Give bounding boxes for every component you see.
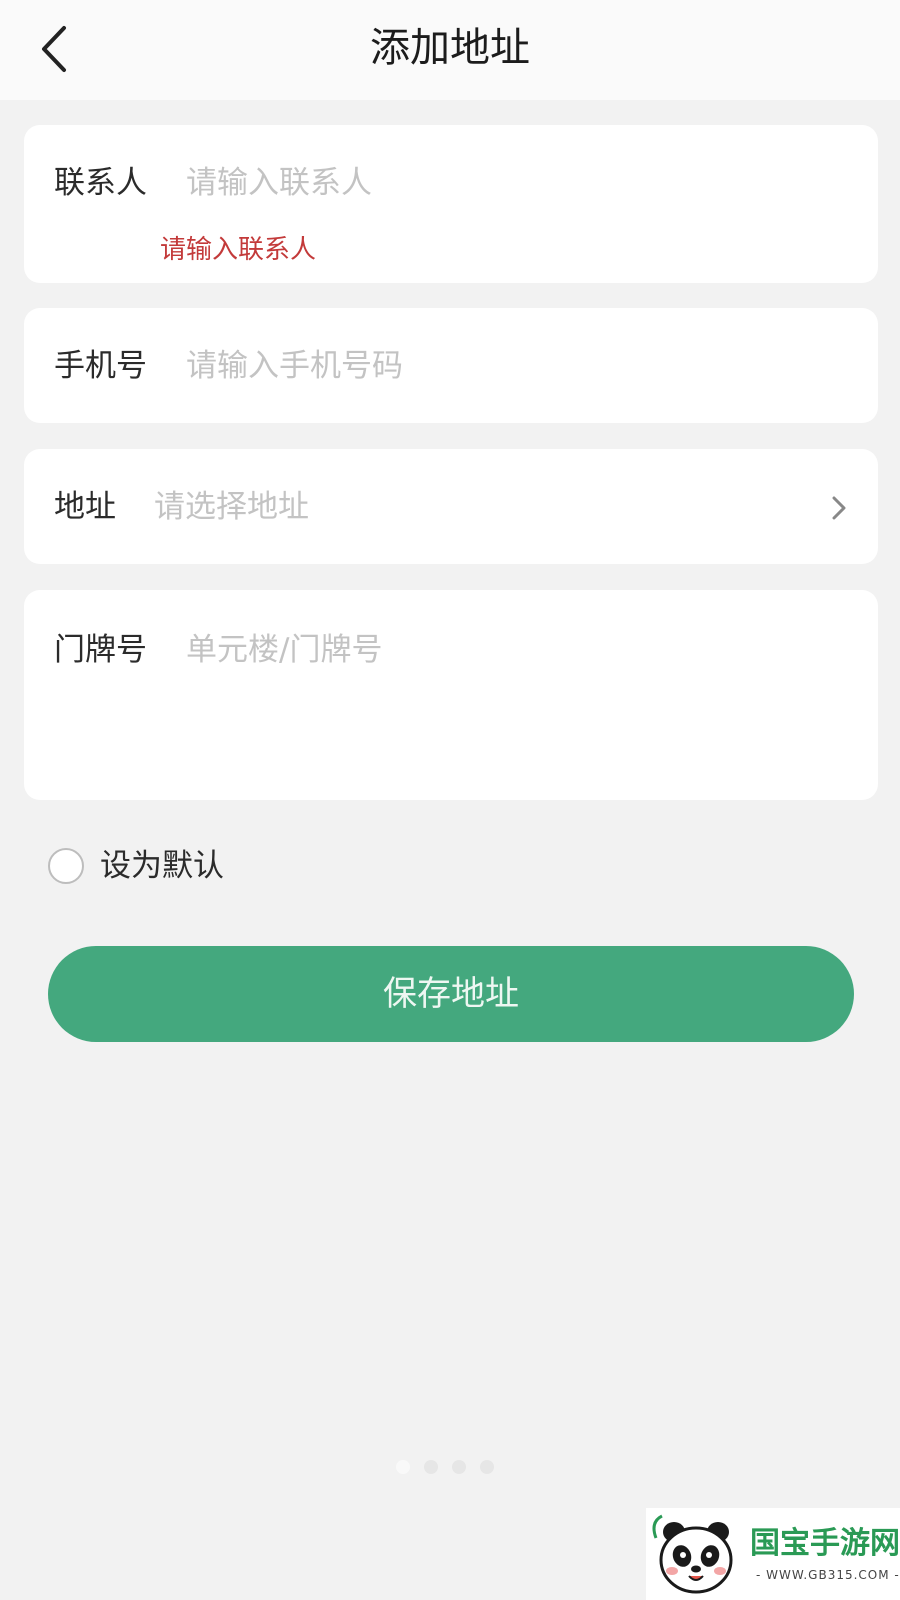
contact-input[interactable]	[186, 163, 836, 203]
page-dot	[396, 1460, 410, 1474]
set-default-label: 设为默认	[100, 848, 224, 884]
house-number-card: 门牌号	[24, 590, 878, 800]
house-number-input[interactable]	[186, 630, 836, 770]
set-default-toggle[interactable]: 设为默认	[48, 844, 224, 888]
chevron-right-icon[interactable]	[830, 493, 848, 523]
watermark-url: - WWW.GB315.COM -	[756, 1568, 900, 1582]
address-card[interactable]: 地址	[24, 449, 878, 564]
phone-input[interactable]	[186, 346, 836, 386]
address-label: 地址	[54, 489, 116, 525]
contact-error-message: 请输入联系人	[160, 235, 317, 265]
contact-card: 联系人 请输入联系人	[24, 125, 878, 283]
top-nav-bar: 添加地址	[0, 0, 900, 100]
watermark: 国宝手游网 - WWW.GB315.COM -	[646, 1508, 900, 1600]
contact-label: 联系人	[54, 165, 147, 201]
watermark-brand: 国宝手游网	[750, 1526, 900, 1561]
page-dot	[424, 1460, 438, 1474]
page-dot	[452, 1460, 466, 1474]
phone-label: 手机号	[54, 348, 147, 384]
panda-logo-icon	[652, 1514, 733, 1594]
default-radio[interactable]	[48, 848, 84, 884]
address-select[interactable]	[154, 487, 794, 527]
page-title: 添加地址	[370, 25, 530, 71]
save-address-button[interactable]: 保存地址	[48, 946, 854, 1042]
page-indicator	[396, 1460, 494, 1474]
phone-card: 手机号	[24, 308, 878, 423]
page-dot	[480, 1460, 494, 1474]
house-number-label: 门牌号	[54, 632, 147, 668]
